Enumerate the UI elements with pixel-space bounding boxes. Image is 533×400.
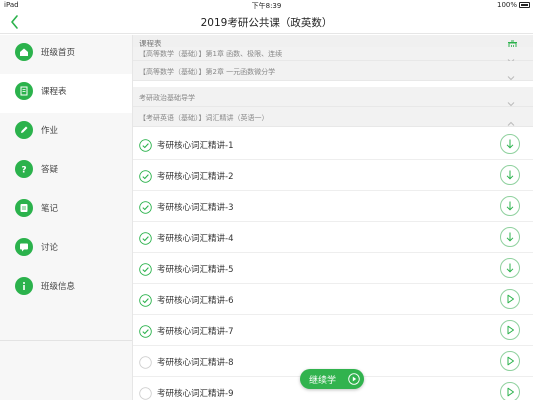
lesson-title: 考研核心词汇精讲-7 bbox=[157, 327, 234, 337]
sidebar-item-homework[interactable]: 作业 bbox=[0, 113, 132, 152]
lesson-row[interactable]: 考研核心词汇精讲-5 bbox=[133, 253, 533, 284]
play-button[interactable] bbox=[500, 289, 520, 309]
question-icon: ? bbox=[15, 160, 33, 178]
pencil-icon bbox=[15, 121, 33, 139]
course-group-row[interactable]: 【考研英语（基础）】词汇精讲（英语一） bbox=[133, 107, 533, 127]
play-icon bbox=[507, 356, 514, 366]
sidebar-item-qa[interactable]: ? 答疑 bbox=[0, 152, 132, 191]
schedule-icon bbox=[15, 82, 33, 100]
lesson-title: 考研核心词汇精讲-1 bbox=[157, 141, 234, 151]
lesson-row[interactable]: 考研核心词汇精讲-4 bbox=[133, 222, 533, 253]
play-button[interactable] bbox=[500, 320, 520, 340]
lesson-row[interactable]: 考研核心词汇精讲-3 bbox=[133, 191, 533, 222]
sidebar-item-discussion[interactable]: 讨论 bbox=[0, 230, 132, 269]
sidebar-item-label: 讨论 bbox=[41, 243, 59, 253]
chevron-down-icon bbox=[507, 93, 515, 107]
sidebar-item-label: 笔记 bbox=[41, 204, 59, 214]
play-circle-icon bbox=[348, 373, 360, 385]
download-icon bbox=[506, 139, 514, 149]
sidebar: 班级首页 课程表 作业 ? 答疑 笔记 讨论 班级信息 bbox=[0, 35, 133, 400]
completed-check-icon bbox=[139, 137, 152, 152]
notes-icon bbox=[15, 199, 33, 217]
sidebar-divider bbox=[0, 340, 132, 341]
download-icon bbox=[506, 201, 514, 211]
sidebar-item-home[interactable]: 班级首页 bbox=[0, 35, 132, 74]
course-group-row[interactable]: 【高等数学（基础）】第1章 函数、极限、连续 bbox=[133, 47, 533, 64]
completed-check-icon bbox=[139, 261, 152, 276]
lesson-title: 考研核心词汇精讲-8 bbox=[157, 358, 234, 368]
completed-check-icon bbox=[139, 168, 152, 183]
sidebar-item-label: 作业 bbox=[41, 126, 59, 136]
nav-bar: 2019考研公共课（政英数） bbox=[0, 10, 533, 34]
course-group-label: 【考研英语（基础）】词汇精讲（英语一） bbox=[139, 114, 269, 122]
chevron-down-icon bbox=[507, 50, 515, 64]
chevron-up-icon bbox=[507, 113, 515, 126]
lesson-row[interactable]: 考研核心词汇精讲-2 bbox=[133, 160, 533, 191]
lesson-title: 考研核心词汇精讲-2 bbox=[157, 172, 234, 182]
continue-learning-label: 继续学 bbox=[309, 376, 337, 386]
play-icon bbox=[507, 387, 514, 397]
download-button[interactable] bbox=[500, 258, 520, 278]
lesson-title: 考研核心词汇精讲-4 bbox=[157, 234, 234, 244]
lesson-title: 考研核心词汇精讲-9 bbox=[157, 389, 234, 399]
download-button[interactable] bbox=[500, 196, 520, 216]
page-title: 2019考研公共课（政英数） bbox=[200, 17, 333, 29]
course-group-row[interactable]: 考研政治基础导学 bbox=[133, 87, 533, 107]
incomplete-circle-icon bbox=[139, 354, 152, 369]
course-group-label: 【高等数学（基础）】第2章 一元函数微分学 bbox=[139, 68, 276, 76]
sidebar-item-label: 班级首页 bbox=[41, 48, 76, 58]
download-icon bbox=[506, 263, 514, 273]
completed-check-icon bbox=[139, 292, 152, 307]
lesson-row[interactable]: 考研核心词汇精讲-7 bbox=[133, 315, 533, 346]
info-icon bbox=[15, 277, 33, 295]
download-button[interactable] bbox=[500, 134, 520, 154]
lesson-title: 考研核心词汇精讲-5 bbox=[157, 265, 234, 275]
battery-percent: 100% bbox=[496, 1, 517, 9]
sidebar-item-label: 答疑 bbox=[41, 165, 59, 175]
lesson-title: 考研核心词汇精讲-3 bbox=[157, 203, 234, 213]
sidebar-item-schedule[interactable]: 课程表 bbox=[0, 74, 132, 113]
course-group-label: 考研政治基础导学 bbox=[139, 94, 195, 102]
lesson-row[interactable]: 考研核心词汇精讲-1 bbox=[133, 129, 533, 160]
schedule-panel: 课程表 【高等数学（基础）】第1章 函数、极限、连续 【高等数学（基础）】第2章… bbox=[133, 35, 533, 400]
chat-icon bbox=[15, 238, 33, 256]
sidebar-item-label: 课程表 bbox=[41, 87, 67, 97]
play-button[interactable] bbox=[500, 382, 520, 400]
svg-text:?: ? bbox=[21, 166, 26, 176]
completed-check-icon bbox=[139, 199, 152, 214]
sidebar-item-class-info[interactable]: 班级信息 bbox=[0, 269, 132, 308]
sidebar-item-label: 班级信息 bbox=[41, 282, 76, 292]
lesson-title: 考研核心词汇精讲-6 bbox=[157, 296, 234, 306]
completed-check-icon bbox=[139, 323, 152, 338]
continue-learning-button[interactable]: 继续学 bbox=[300, 369, 364, 389]
course-group-row[interactable]: 【高等数学（基础）】第2章 一元函数微分学 bbox=[133, 61, 533, 81]
download-icon bbox=[506, 232, 514, 242]
status-bar: iPad 下午8:39 100% bbox=[0, 0, 533, 10]
incomplete-circle-icon bbox=[139, 385, 152, 400]
battery-icon bbox=[519, 2, 530, 8]
play-button[interactable] bbox=[500, 351, 520, 371]
completed-check-icon bbox=[139, 230, 152, 245]
play-icon bbox=[507, 294, 514, 304]
course-group-label: 【高等数学（基础）】第1章 函数、极限、连续 bbox=[139, 50, 283, 58]
home-icon bbox=[15, 43, 33, 61]
download-button[interactable] bbox=[500, 227, 520, 247]
download-button[interactable] bbox=[500, 165, 520, 185]
sidebar-item-notes[interactable]: 笔记 bbox=[0, 191, 132, 230]
lesson-row[interactable]: 考研核心词汇精讲-6 bbox=[133, 284, 533, 315]
download-icon bbox=[506, 170, 514, 180]
play-icon bbox=[507, 325, 514, 335]
chevron-down-icon bbox=[507, 67, 515, 81]
